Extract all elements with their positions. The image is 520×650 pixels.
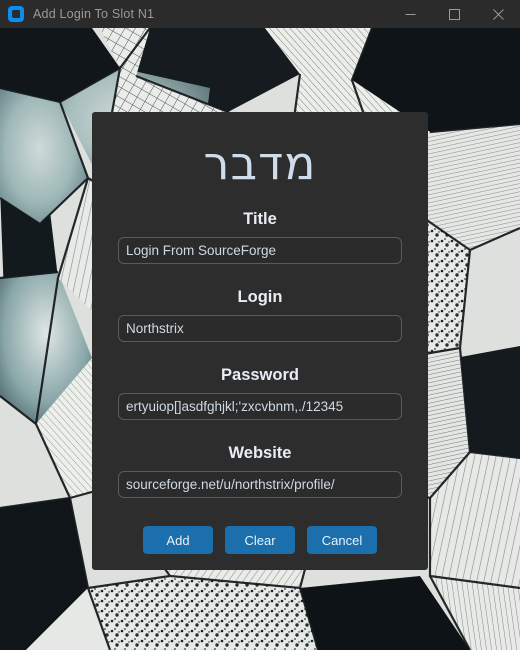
password-field-label: Password bbox=[221, 366, 299, 384]
dialog-hero-title: מדבר bbox=[203, 136, 317, 190]
window-controls bbox=[388, 0, 520, 28]
title-input[interactable] bbox=[118, 237, 402, 264]
website-input[interactable] bbox=[118, 471, 402, 498]
maximize-icon bbox=[448, 8, 460, 20]
close-button[interactable] bbox=[476, 0, 520, 28]
add-login-dialog: מדבר Title Login Password Website Add Cl… bbox=[92, 112, 428, 570]
close-icon bbox=[492, 8, 504, 20]
login-input[interactable] bbox=[118, 315, 402, 342]
app-logo-icon bbox=[8, 6, 24, 22]
application-window: Add Login To Slot N1 מדבר Title Login Fr… bbox=[0, 0, 520, 650]
window-title: Add Login To Slot N1 bbox=[33, 7, 155, 21]
add-button[interactable]: Add bbox=[143, 526, 213, 554]
minimize-button[interactable] bbox=[388, 0, 432, 28]
website-field-label: Website bbox=[228, 444, 292, 462]
login-field-label: Login bbox=[237, 288, 283, 306]
password-input[interactable] bbox=[118, 393, 402, 420]
minimize-icon bbox=[405, 13, 415, 15]
maximize-button[interactable] bbox=[432, 0, 476, 28]
cancel-button[interactable]: Cancel bbox=[307, 526, 377, 554]
title-bar: Add Login To Slot N1 bbox=[0, 0, 520, 28]
clear-button[interactable]: Clear bbox=[225, 526, 295, 554]
title-field-label: Title bbox=[243, 210, 277, 228]
dialog-button-row: Add Clear Cancel bbox=[118, 526, 402, 554]
